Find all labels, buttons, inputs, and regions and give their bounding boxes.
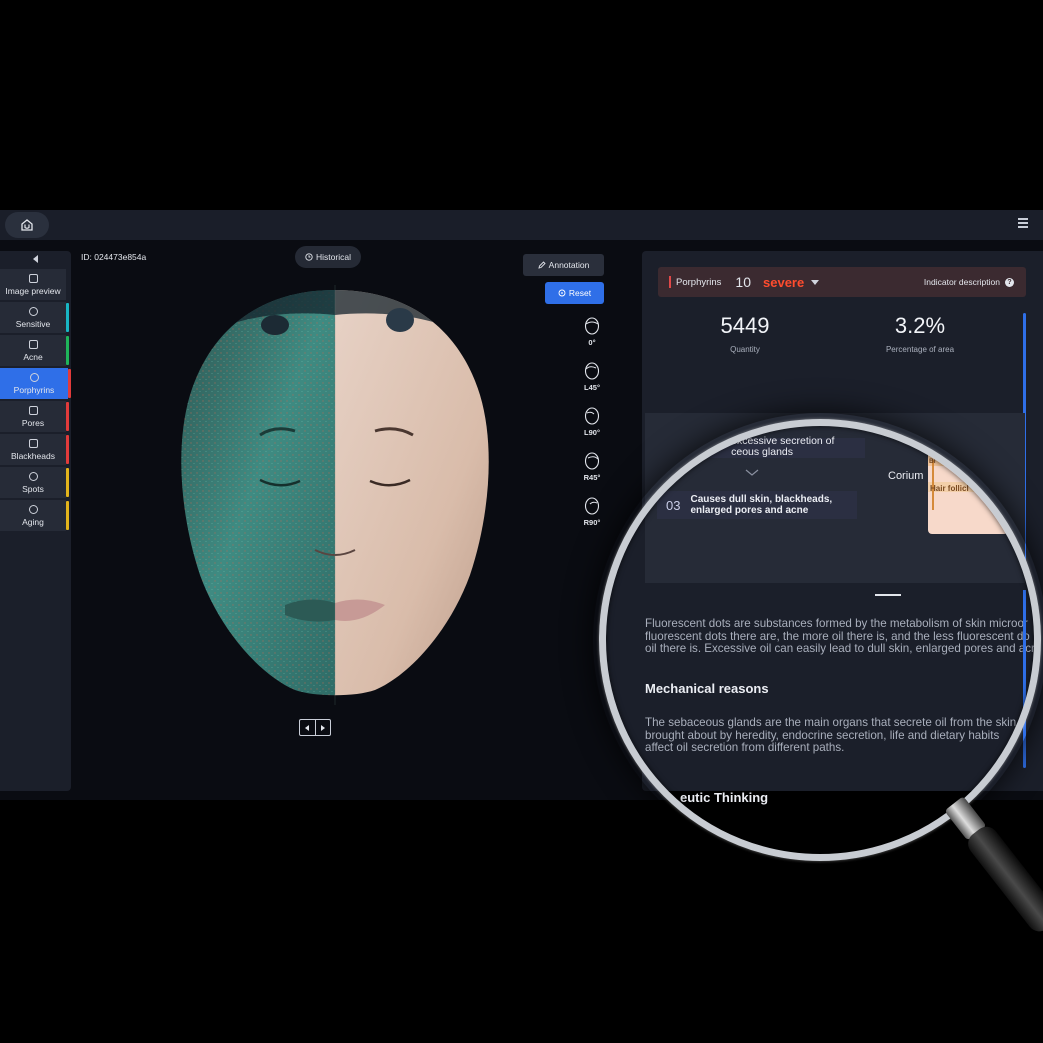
magnifier-handle [945,797,1043,932]
area-stat: 3.2% Percentage of area [870,313,970,354]
head-left45-icon [584,362,600,380]
sidebar-item-image-preview[interactable]: Image preview [0,269,66,300]
chevron-left-icon [305,724,310,731]
annotation-label: Annotation [548,260,590,270]
annotation-button[interactable]: Annotation [523,254,604,276]
chevron-right-icon [320,724,325,731]
quantity-stat: 5449 Quantity [695,313,795,354]
area-value: 3.2% [894,313,946,338]
help-icon: ? [1005,277,1014,287]
quantity-value: 5449 [720,313,770,338]
angle-label: L45° [584,383,600,392]
head-right90-icon [584,497,600,515]
home-button[interactable] [5,212,49,238]
indicator-description-link[interactable]: Indicator description ? [924,277,1014,287]
angle-label: R45° [583,473,601,482]
sidebar-item-sensitive[interactable]: Sensitive [0,302,69,333]
sidebar-item-label: Porphyrins [13,384,55,395]
spots-icon [28,471,38,481]
sidebar-item-label: Spots [22,483,44,494]
indicator-selector[interactable]: Porphyrins 10 severe Indicator descripti… [658,267,1026,297]
status-bar [66,435,69,464]
sidebar-item-porphyrins[interactable]: Porphyrins [0,368,71,399]
angle-label: R90° [583,518,601,527]
angle-r90-button[interactable]: R90° [577,497,607,527]
porphyrins-icon [29,372,39,382]
reset-button[interactable]: Reset [545,282,604,304]
angle-label: 0° [588,338,596,347]
camera-icon [28,273,38,283]
angle-r45-button[interactable]: R45° [577,452,607,482]
head-front-icon [584,317,600,335]
sidebar-item-label: Sensitive [15,318,51,329]
status-bar [68,369,71,398]
image-pager [299,719,331,736]
sidebar-collapse-icon[interactable] [0,252,71,266]
angle-l45-button[interactable]: L45° [577,362,607,392]
sidebar-item-label: Blackheads [11,450,55,461]
sidebar-item-spots[interactable]: Spots [0,467,69,498]
face-scan-image[interactable] [165,285,505,705]
sidebar-item-acne[interactable]: Acne [0,335,69,366]
reset-icon [558,289,566,297]
clock-icon [305,253,313,261]
status-bar [66,303,69,332]
prev-image-button[interactable] [300,720,316,735]
status-bar [66,468,69,497]
top-bar [0,210,1043,240]
sidebar-item-label: Image preview [5,285,61,296]
acne-icon [28,339,38,349]
indicator-accent [669,276,671,288]
angle-0-button[interactable]: 0° [577,317,607,347]
pores-icon [28,405,38,415]
indicator-level: severe [763,274,805,290]
status-bar [66,336,69,365]
step-number: 01 [673,442,685,454]
head-right45-icon [584,452,600,470]
alert-circle-icon [28,306,38,316]
status-bar [66,501,69,530]
historical-label: Historical [316,252,351,262]
head-left90-icon [584,407,600,425]
sidebar-item-label: Acne [23,351,43,362]
indicator-name: Porphyrins [676,276,722,288]
sidebar-item-pores[interactable]: Pores [0,401,69,432]
aging-icon [28,504,38,514]
sidebar-item-label: Aging [22,516,44,527]
sidebar-item-label: Pores [21,417,45,428]
next-image-button[interactable] [316,720,331,735]
sidebar-item-blackheads[interactable]: Blackheads [0,434,69,465]
status-bar [66,402,69,431]
area-label: Percentage of area [885,345,955,354]
record-id: ID: 024473e854a [81,252,147,262]
blackheads-icon [28,438,38,448]
indicator-score: 10 [735,274,751,290]
angle-label: L90° [584,428,600,437]
edit-icon [538,261,546,269]
sidebar-item-aging[interactable]: Aging [0,500,69,531]
quantity-label: Quantity [730,345,760,354]
reset-label: Reset [568,288,592,298]
historical-button[interactable]: Historical [295,246,361,268]
home-logo-icon [21,219,33,231]
indicator-description-label: Indicator description [923,277,1000,287]
caret-down-icon[interactable] [811,279,820,285]
hamburger-menu-icon[interactable] [1018,218,1028,230]
label-skin-surface: Secretory skin surface [928,437,1013,447]
angle-l90-button[interactable]: L90° [577,407,607,437]
